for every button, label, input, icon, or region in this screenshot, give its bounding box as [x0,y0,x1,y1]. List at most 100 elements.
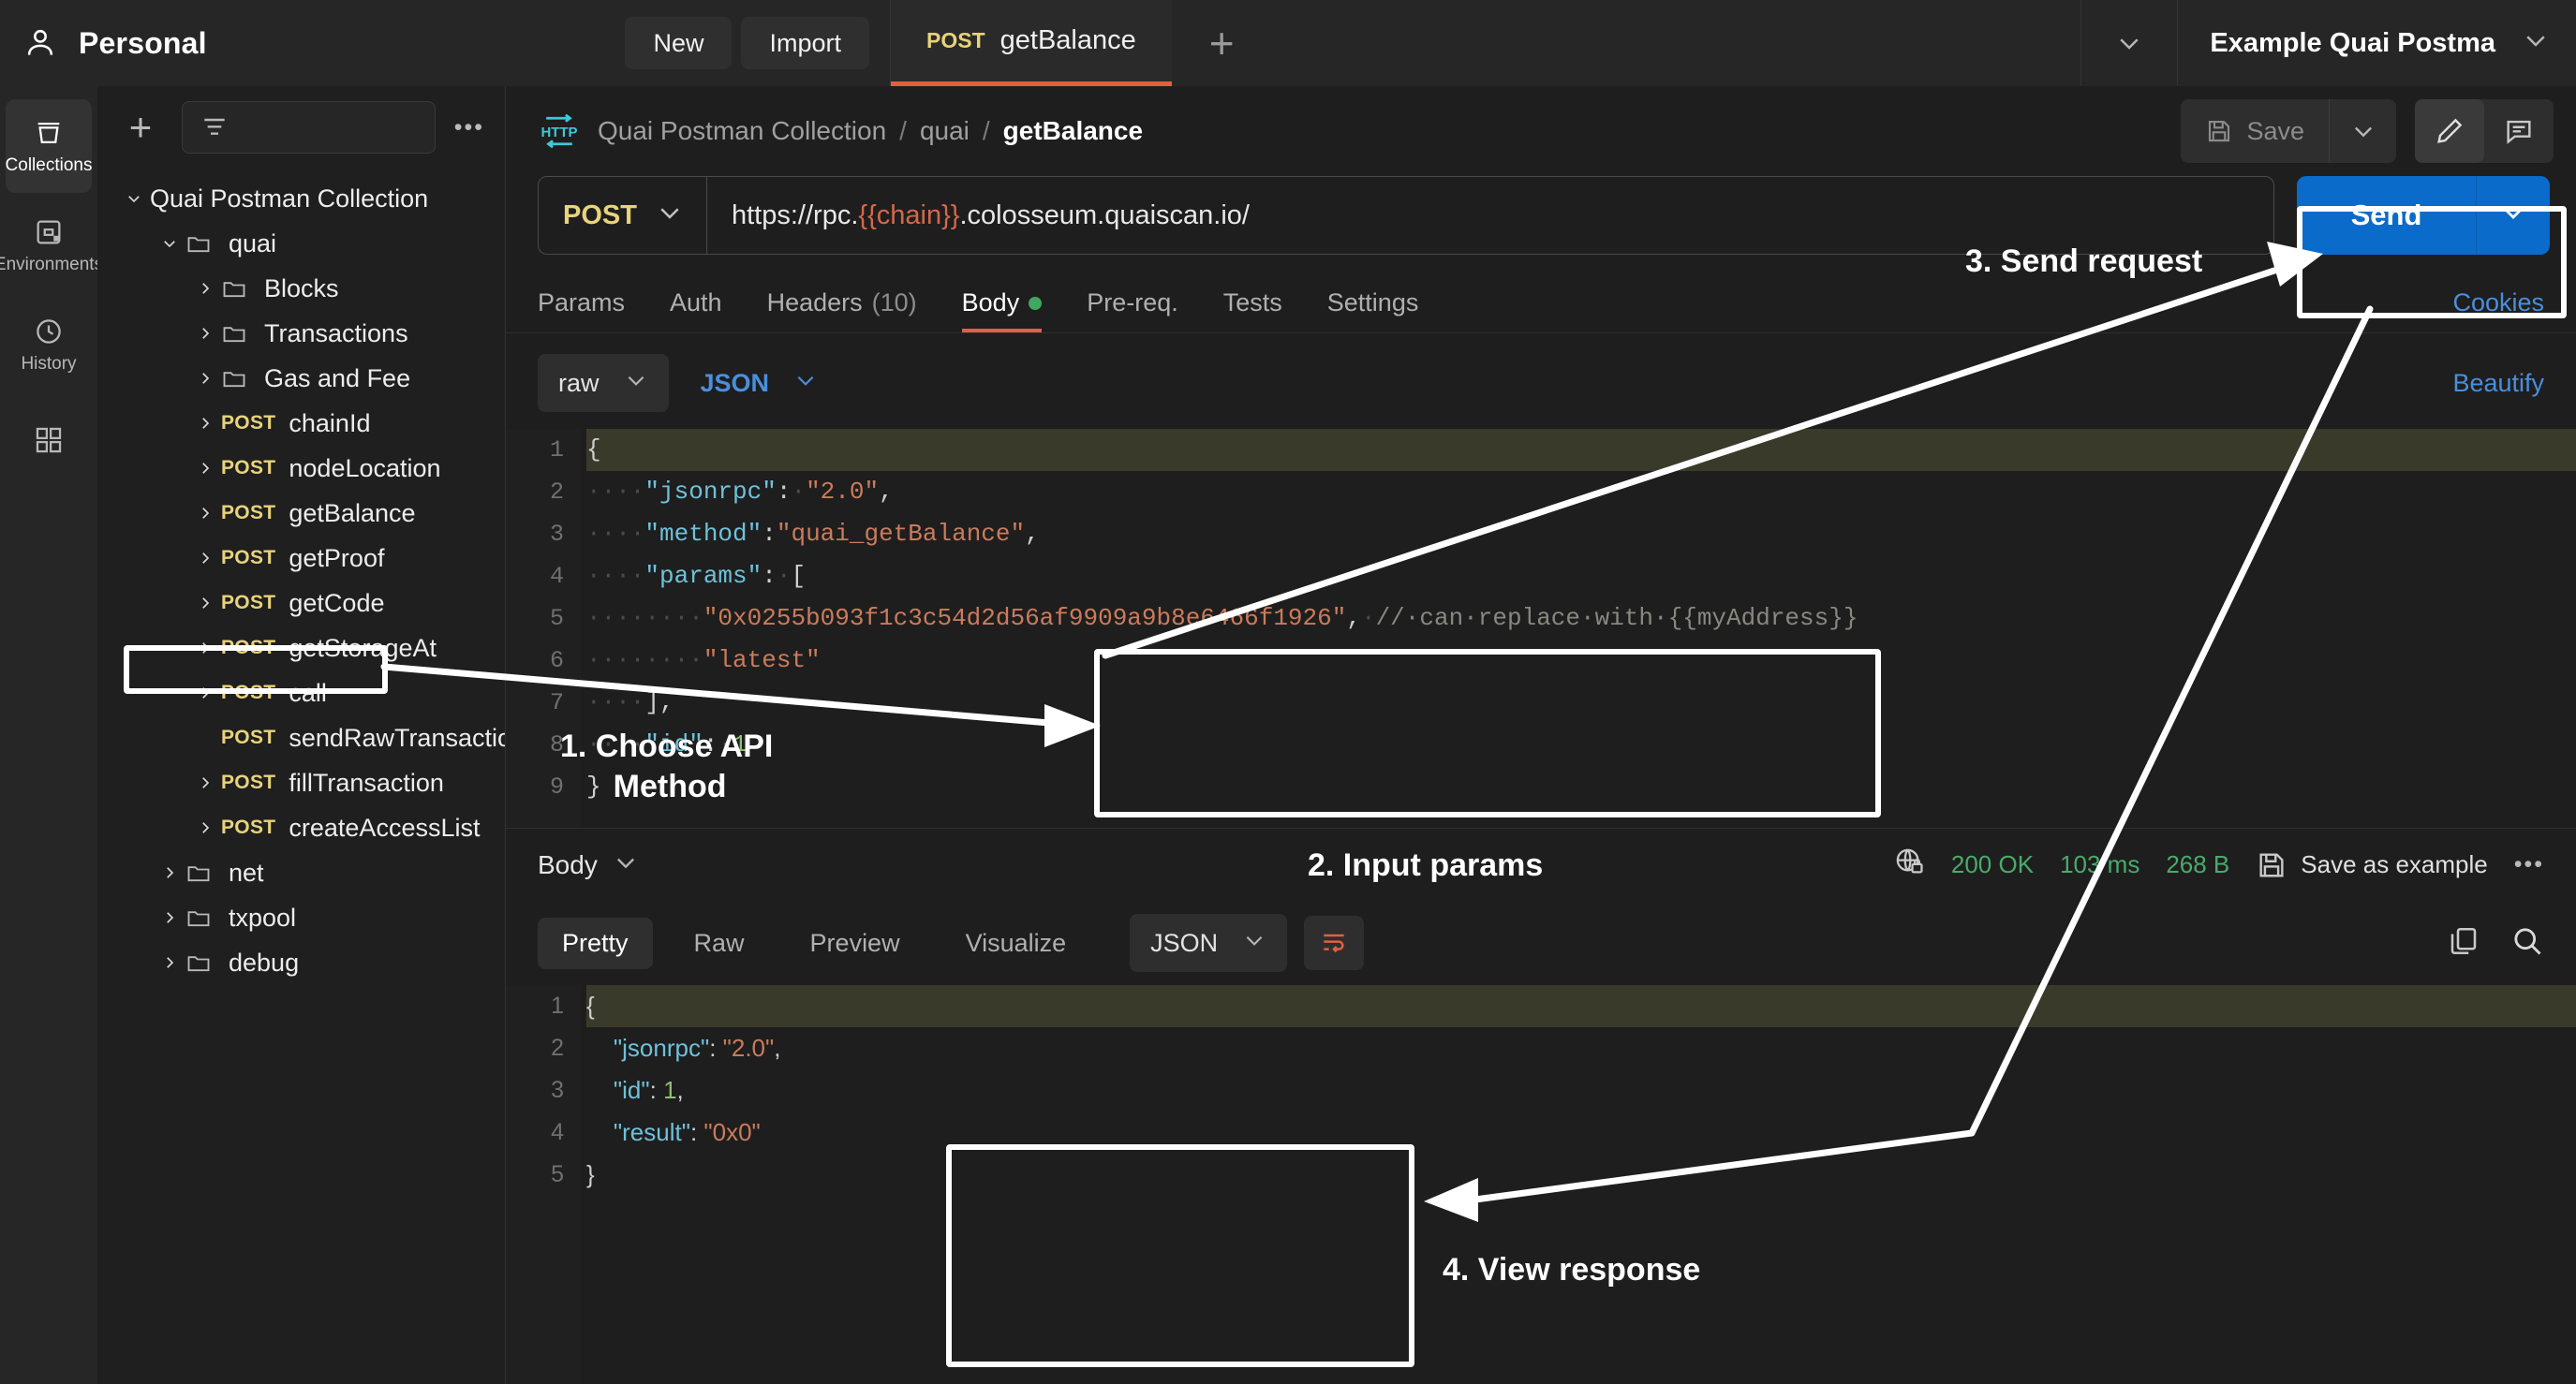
request-tab-auth[interactable]: Auth [647,288,745,332]
tree-chevron-right-icon[interactable] [189,685,221,701]
tree-folder-item[interactable]: Gas and Fee [97,356,505,401]
copy-button[interactable] [2447,924,2480,963]
request-tab-body[interactable]: Body [940,288,1065,332]
request-tab-tests[interactable]: Tests [1201,288,1305,332]
tree-request-item[interactable]: POST nodeLocation [97,446,505,491]
request-tab-headers[interactable]: Headers (10) [745,288,940,332]
create-new-button[interactable]: + [118,105,163,150]
body-mode-selector[interactable]: raw [538,354,669,412]
tree-chevron-right-icon[interactable] [189,370,221,387]
response-tab-pretty[interactable]: Pretty [538,917,653,969]
tab-list-chevron-down-icon[interactable] [2080,0,2177,86]
tree-chevron-right-icon[interactable] [189,460,221,477]
response-tab-raw[interactable]: Raw [670,918,769,969]
method-selector[interactable]: POST [539,177,707,254]
edit-pencil-button[interactable] [2415,99,2484,163]
tree-folder-item[interactable]: net [97,850,505,895]
tree-chevron-right-icon[interactable] [189,550,221,567]
tree-chevron-right-icon[interactable] [189,595,221,611]
filter-input[interactable] [182,101,436,154]
request-code[interactable]: {····"jsonrpc":·"2.0", ····"method":"quai… [581,429,2576,828]
response-body-editor[interactable]: 1 2 3 4 5 { "jsonrpc": "2.0", "id": 1, "resu… [506,985,2576,1384]
response-tab-preview[interactable]: Preview [786,918,925,969]
tree-folder-item[interactable]: Transactions [97,311,505,356]
tree-folder-item[interactable]: Blocks [97,266,505,311]
code-line[interactable]: ········"0x0255b093f1c3c54d2d56af9909a9b… [586,597,2576,640]
code-line[interactable]: } [586,766,2576,808]
tree-request-item[interactable]: POST createAccessList [97,805,505,850]
request-tab-params[interactable]: Params [538,288,647,332]
tree-chevron-right-icon[interactable] [189,774,221,791]
tab-getbalance[interactable]: POST getBalance [891,0,1172,86]
sidebar-item-collections[interactable]: Collections [6,99,92,193]
request-tab-settings[interactable]: Settings [1305,288,1442,332]
code-line[interactable]: ····"params":·[ [586,555,2576,597]
code-line[interactable]: { [586,985,2576,1027]
comment-button[interactable] [2484,99,2554,163]
code-line[interactable]: ········"latest" [586,640,2576,682]
tree-chevron-right-icon[interactable] [154,909,185,926]
save-button-main[interactable]: Save [2181,99,2329,163]
network-lock-icon[interactable] [1893,846,1925,884]
code-line[interactable]: "id": 1, [586,1069,2576,1112]
tree-chevron-down-icon[interactable] [118,190,150,207]
sidebar-item-apps[interactable] [6,397,92,491]
tree-request-item[interactable]: POST getProof [97,536,505,581]
tree-chevron-right-icon[interactable] [189,640,221,656]
tree-chevron-right-icon[interactable] [189,505,221,522]
response-body-selector[interactable]: Body [538,849,639,881]
search-button[interactable] [2510,924,2544,963]
response-code[interactable]: { "jsonrpc": "2.0", "id": 1, "result": "… [581,985,2576,1384]
tree-request-item[interactable]: POST getBalance [97,491,505,536]
code-line[interactable]: { [586,429,2576,471]
tree-chevron-right-icon[interactable] [189,280,221,297]
code-line[interactable]: ····"jsonrpc":·"2.0", [586,471,2576,513]
save-button[interactable]: Save [2181,99,2396,163]
response-more-button[interactable]: ••• [2514,851,2544,878]
environment-selector[interactable]: Example Quai Postma [2177,0,2576,86]
code-line[interactable]: "result": "0x0" [586,1112,2576,1154]
code-line[interactable]: ····"id":·1 [586,724,2576,766]
save-as-example-button[interactable]: Save as example [2256,849,2488,881]
tree-chevron-down-icon[interactable] [154,235,185,252]
import-button[interactable]: Import [741,17,869,69]
sidebar-more-button[interactable]: ••• [454,114,484,141]
tree-folder-item[interactable]: txpool [97,895,505,940]
cookies-link[interactable]: Cookies [2452,288,2544,317]
tree-chevron-right-icon[interactable] [154,864,185,881]
tree-request-item[interactable]: POST getCode [97,581,505,626]
new-button[interactable]: New [625,17,733,69]
save-chevron-down-icon[interactable] [2329,99,2396,163]
request-body-editor[interactable]: 123456789 {····"jsonrpc":·"2.0", ····"met… [506,429,2576,828]
request-tab-prereq[interactable]: Pre-req. [1064,288,1201,332]
code-line[interactable]: ····"method":"quai_getBalance", [586,513,2576,555]
response-format-selector[interactable]: JSON [1130,914,1288,972]
sidebar-item-environments[interactable]: Environments [0,199,103,292]
tree-chevron-right-icon[interactable] [154,954,185,971]
code-line[interactable]: } [586,1154,2576,1196]
code-line[interactable]: ····], [586,682,2576,724]
wrap-lines-button[interactable] [1304,916,1365,970]
tree-request-item[interactable]: POST chainId [97,401,505,446]
code-line[interactable]: "jsonrpc": "2.0", [586,1027,2576,1069]
url-input[interactable]: https://rpc.{{chain}}.colosseum.quaiscan… [707,200,2273,231]
sidebar-item-history[interactable]: History [6,298,92,391]
tree-chevron-right-icon[interactable] [189,325,221,342]
tree-folder-item[interactable]: debug [97,940,505,985]
send-button[interactable]: Send [2297,176,2550,255]
tree-chevron-right-icon[interactable] [189,415,221,432]
tree-request-item[interactable]: POST sendRawTransaction [97,715,505,760]
send-chevron-down-icon[interactable] [2477,199,2550,233]
tree-request-item[interactable]: POST call [97,670,505,715]
tree-chevron-right-icon[interactable] [189,819,221,836]
breadcrumb-folder[interactable]: quai [920,116,970,146]
response-tab-visualize[interactable]: Visualize [941,918,1091,969]
beautify-link[interactable]: Beautify [2452,369,2544,397]
breadcrumb-collection[interactable]: Quai Postman Collection [598,116,886,146]
tree-folder-item[interactable]: quai [97,221,505,266]
tree-request-item[interactable]: POST fillTransaction [97,760,505,805]
body-format-selector[interactable]: JSON [695,354,824,412]
tree-request-item[interactable]: POST getStorageAt [97,626,505,670]
new-tab-button[interactable]: + [1172,0,1272,86]
tree-folder-item[interactable]: Quai Postman Collection [97,176,505,221]
